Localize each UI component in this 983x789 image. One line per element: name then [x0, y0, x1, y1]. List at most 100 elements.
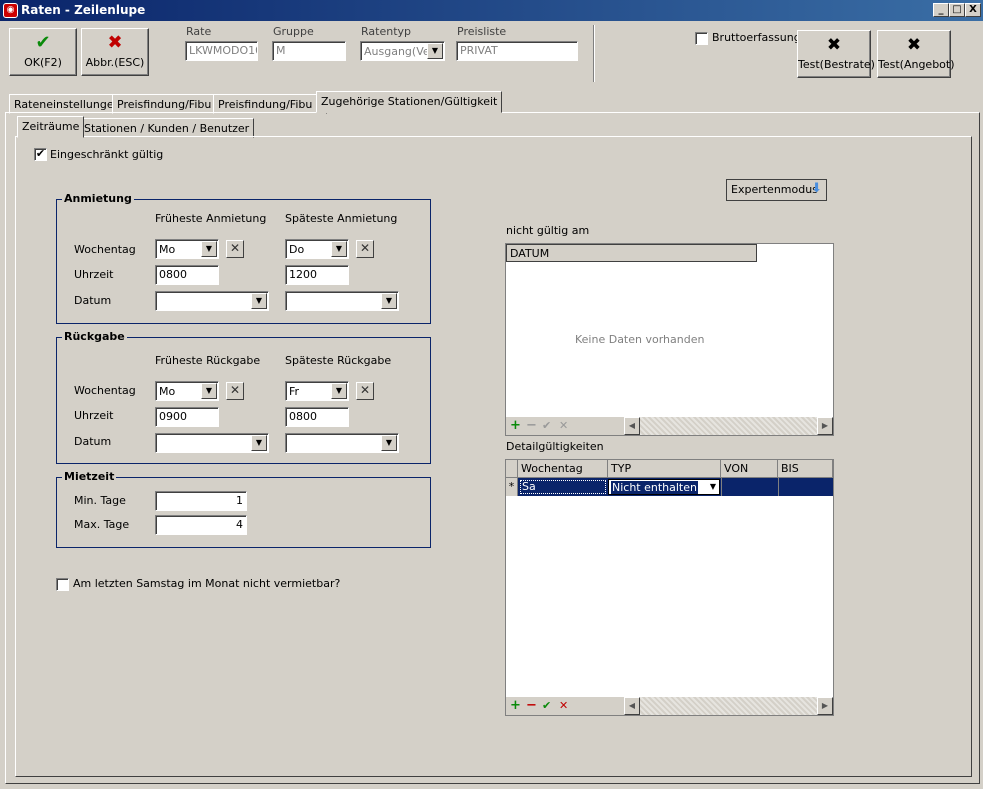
minimize-button[interactable]: _ — [933, 3, 949, 17]
min-tage-input[interactable]: 1 — [155, 491, 247, 511]
rueckgabe-spaet-uhrzeit-input[interactable]: 0800 — [285, 407, 349, 427]
eingeschraenkt-checkbox[interactable]: ✔ — [34, 148, 47, 161]
typ-cell-select[interactable]: Nicht enthalten ▼ — [608, 479, 720, 495]
chevron-down-icon[interactable]: ▼ — [381, 293, 397, 309]
discard-icon[interactable]: ✕ — [559, 699, 568, 713]
clear-icon[interactable]: ✕ — [226, 382, 244, 400]
tab-rateneinstellungen[interactable]: Rateneinstellungen — [9, 94, 126, 114]
scroll-left-button[interactable]: ◀ — [624, 697, 640, 715]
confirm-icon[interactable]: ✔ — [542, 419, 551, 433]
window-title: Raten - Zeilenlupe — [21, 3, 146, 17]
ok-label: OK(F2) — [24, 56, 62, 69]
table-row[interactable]: * Sa Nicht enthalten ▼ — [506, 478, 833, 496]
max-tage-input[interactable]: 4 — [155, 515, 247, 535]
datum-column-header[interactable]: DATUM — [506, 244, 757, 262]
mietzeit-group: Mietzeit — [56, 470, 431, 548]
eingeschraenkt-label: Eingeschränkt gültig — [50, 148, 164, 161]
bis-column-header[interactable]: BIS — [778, 460, 833, 478]
nicht-gueltig-grid[interactable]: DATUM Keine Daten vorhanden + − ✔ ✕ ◀ ▶ — [505, 243, 834, 436]
title-bar: ◉ Raten - Zeilenlupe _ □ X — [0, 0, 983, 21]
chevron-down-icon[interactable]: ▼ — [201, 383, 217, 399]
row-indicator-header — [506, 460, 518, 478]
rueckgabe-spaet-wochentag-select[interactable]: Fr ▼ — [285, 381, 349, 401]
selected-value: Mo — [159, 243, 176, 256]
tab-zeitraeume[interactable]: Zeiträume — [17, 116, 85, 138]
ok-button[interactable]: ✔ OK(F2) — [9, 28, 77, 76]
chevron-down-icon[interactable]: ▼ — [201, 241, 217, 257]
cell-divider — [778, 478, 779, 496]
rueckgabe-frueh-uhrzeit-input[interactable]: 0900 — [155, 407, 219, 427]
chevron-down-icon[interactable]: ▼ — [331, 383, 347, 399]
wochentag-label: Wochentag — [74, 384, 136, 397]
confirm-icon[interactable]: ✔ — [542, 699, 551, 713]
cancel-button[interactable]: ✖ Abbr.(ESC) — [81, 28, 149, 76]
selected-value: Do — [289, 243, 305, 256]
detail-grid[interactable]: Wochentag TYP VON BIS * Sa Nicht enthalt… — [505, 459, 834, 716]
discard-icon[interactable]: ✕ — [559, 419, 568, 433]
wochentag-column-header[interactable]: Wochentag — [518, 460, 608, 478]
test-bestrate-label: Test(Bestrate) — [798, 58, 875, 71]
clear-icon[interactable]: ✕ — [356, 382, 374, 400]
anmietung-spaet-datum-select[interactable]: ▼ — [285, 291, 399, 311]
tab-stationen-gueltigkeit[interactable]: Zugehörige Stationen/Gültigkeit — [316, 91, 503, 113]
expertenmodus-button[interactable]: Expertenmodus ⬇ — [726, 179, 827, 201]
cell-divider — [721, 478, 722, 496]
chevron-down-icon[interactable]: ▼ — [331, 241, 347, 257]
chevron-down-icon[interactable]: ▼ — [427, 43, 443, 59]
horizontal-scrollbar[interactable] — [640, 417, 817, 435]
rueckgabe-frueh-datum-select[interactable]: ▼ — [155, 433, 269, 453]
test-bestrate-button[interactable]: ✖ Test(Bestrate) — [797, 30, 875, 78]
detail-label: Detailgültigkeiten — [506, 440, 604, 453]
frueheste-anmietung-label: Früheste Anmietung — [155, 212, 267, 225]
add-icon[interactable]: + — [510, 419, 521, 433]
toolbar-separator — [593, 25, 595, 82]
remove-icon[interactable]: − — [526, 419, 537, 433]
rate-field[interactable]: LKWMODO10 — [185, 41, 258, 61]
test-angebot-label: Test(Angebot) — [878, 58, 955, 71]
von-column-header[interactable]: VON — [721, 460, 778, 478]
tab-preisfindung-fibu-2[interactable]: Preisfindung/Fibu II — [213, 94, 328, 114]
rueckgabe-frueh-wochentag-select[interactable]: Mo ▼ — [155, 381, 219, 401]
clear-icon[interactable]: ✕ — [226, 240, 244, 258]
scroll-left-button[interactable]: ◀ — [624, 417, 640, 435]
chevron-down-icon[interactable]: ▼ — [710, 482, 716, 491]
scroll-right-button[interactable]: ▶ — [817, 697, 833, 715]
clear-icon[interactable]: ✕ — [356, 240, 374, 258]
nicht-gueltig-label: nicht gültig am — [506, 224, 590, 237]
add-icon[interactable]: + — [510, 699, 521, 713]
ratentyp-select[interactable]: Ausgang(Ver ▼ — [360, 41, 445, 61]
preisliste-field[interactable]: PRIVAT — [456, 41, 578, 61]
samstag-checkbox[interactable] — [56, 578, 69, 591]
anmietung-spaet-wochentag-select[interactable]: Do ▼ — [285, 239, 349, 259]
brutto-checkbox[interactable] — [695, 32, 708, 45]
gruppe-field[interactable]: M — [272, 41, 346, 61]
row-marker: * — [506, 478, 518, 496]
anmietung-frueh-datum-select[interactable]: ▼ — [155, 291, 269, 311]
rueckgabe-spaet-datum-select[interactable]: ▼ — [285, 433, 399, 453]
max-tage-label: Max. Tage — [74, 518, 130, 531]
close-button[interactable]: X — [965, 3, 981, 17]
chevron-down-icon[interactable]: ▼ — [251, 435, 267, 451]
scroll-right-button[interactable]: ▶ — [817, 417, 833, 435]
spaeteste-anmietung-label: Späteste Anmietung — [285, 212, 398, 225]
anmietung-spaet-uhrzeit-input[interactable]: 1200 — [285, 265, 349, 285]
maximize-button[interactable]: □ — [949, 3, 965, 17]
tab-stationen-kunden-benutzer[interactable]: Stationen / Kunden / Benutzer — [79, 118, 255, 138]
rueckgabe-title: Rückgabe — [62, 330, 127, 343]
brutto-label: Bruttoerfassung — [712, 31, 801, 44]
wochentag-cell[interactable]: Sa — [520, 480, 606, 494]
remove-icon[interactable]: − — [526, 699, 537, 713]
tab-preisfindung-fibu-1[interactable]: Preisfindung/Fibu I — [112, 94, 224, 114]
chevron-down-icon[interactable]: ▼ — [251, 293, 267, 309]
gruppe-label: Gruppe — [273, 25, 314, 38]
typ-column-header[interactable]: TYP — [608, 460, 721, 478]
cross-icon: ✖ — [107, 32, 123, 53]
datum-label: Datum — [74, 294, 112, 307]
tools-icon: ✖ — [826, 35, 842, 55]
anmietung-frueh-wochentag-select[interactable]: Mo ▼ — [155, 239, 219, 259]
anmietung-frueh-uhrzeit-input[interactable]: 0800 — [155, 265, 219, 285]
chevron-down-icon[interactable]: ▼ — [381, 435, 397, 451]
test-angebot-button[interactable]: ✖ Test(Angebot) — [877, 30, 955, 78]
horizontal-scrollbar[interactable] — [640, 697, 817, 715]
selected-value: Fr — [289, 385, 300, 398]
